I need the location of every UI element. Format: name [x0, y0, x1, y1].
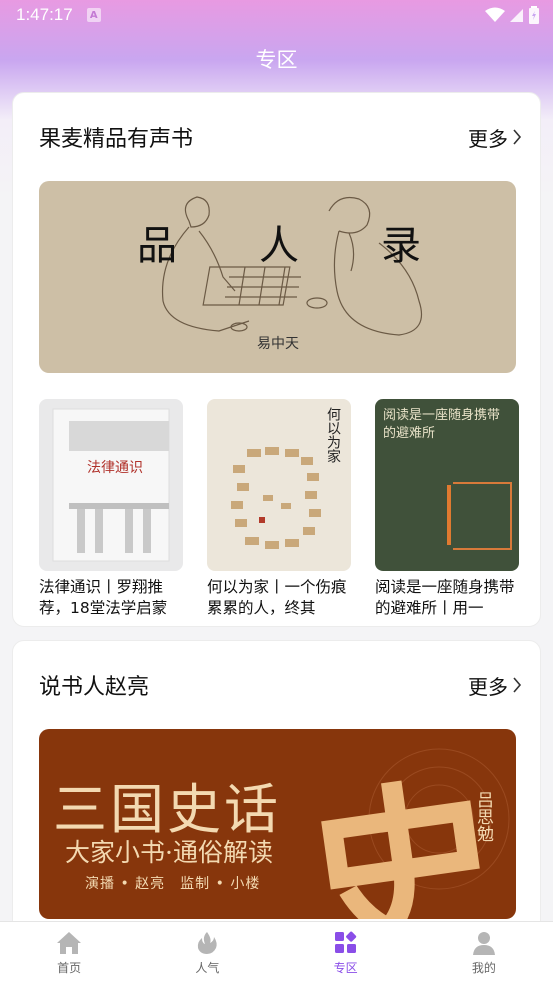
tab-label: 我的	[471, 961, 496, 975]
book-item[interactable]: 法律通识 法律通识丨罗翔推荐，18堂法学启蒙	[39, 399, 183, 619]
section-header: 果麦精品有声书 更多	[39, 121, 522, 153]
status-icons	[485, 6, 539, 24]
chevron-right-icon	[513, 677, 522, 693]
wifi-icon	[485, 7, 505, 22]
bottom-tab-bar: 首页 人气 专区 我的	[0, 921, 553, 984]
book-title: 何以为家丨一个伤痕累累的人，终其	[207, 578, 347, 617]
tab-popular[interactable]: 人气	[138, 922, 276, 984]
cover-title: 法律通识	[87, 460, 143, 476]
chevron-right-icon	[513, 129, 522, 145]
cover-art	[52, 408, 170, 562]
book-cover: 阅读是一座随身携带的避难所	[375, 399, 519, 571]
status-time: 1:47:17	[16, 5, 73, 24]
banner-pin-ren-lu[interactable]: 品 人 录 易中天	[39, 181, 516, 373]
more-label: 更多	[468, 126, 508, 151]
banner-title-char: 人	[259, 223, 299, 269]
battery-icon	[529, 6, 539, 24]
book-title: 法律通识丨罗翔推荐，18堂法学启蒙	[39, 578, 168, 617]
tab-zone[interactable]: 专区	[277, 922, 415, 984]
page-title: 专区	[255, 48, 298, 72]
tab-label: 专区	[333, 961, 358, 975]
section-card-narrator: 说书人赵亮 更多 史 三国史话 大家小书·通俗解读 演播 • 赵亮 监制 • 小…	[12, 640, 541, 940]
cover-title: 阅读是一座随身携带的避难所	[383, 408, 501, 441]
book-title: 阅读是一座随身携带的避难所丨用一	[375, 578, 515, 617]
banner-san-guo-shi-hua[interactable]: 史 三国史话 大家小书·通俗解读 演播 • 赵亮 监制 • 小楼 吕思勉	[39, 729, 516, 919]
banner-subtitle: 大家小书·通俗解读	[65, 838, 273, 867]
banner-title-char: 录	[381, 223, 421, 269]
section-title: 说书人赵亮	[39, 675, 150, 700]
grid-icon	[334, 931, 356, 953]
book-item[interactable]: 何以为家 何以为家丨一个伤痕累累的人，终其	[207, 399, 351, 619]
more-link[interactable]: 更多	[468, 123, 522, 152]
banner-title-char: 品	[137, 223, 177, 269]
more-link[interactable]: 更多	[468, 671, 522, 700]
tab-label: 人气	[195, 961, 220, 975]
notification-a-icon: A	[86, 8, 101, 22]
banner-author: 吕思勉	[473, 791, 493, 842]
status-bar: 1:47:17 A	[0, 0, 553, 30]
section-title: 果麦精品有声书	[39, 127, 194, 152]
banner-author: 易中天	[257, 336, 299, 352]
flame-icon	[198, 932, 218, 954]
home-icon	[57, 932, 82, 954]
signal-icon	[510, 9, 523, 22]
cover-title: 何以为家	[325, 407, 341, 463]
user-icon	[472, 932, 495, 955]
tab-label: 首页	[57, 961, 82, 975]
section-header: 说书人赵亮 更多	[39, 669, 522, 701]
tab-mine[interactable]: 我的	[415, 922, 553, 984]
more-label: 更多	[468, 674, 508, 699]
book-cover: 何以为家	[207, 399, 351, 571]
banner-credit: 演播 • 赵亮 监制 • 小楼	[85, 876, 261, 892]
section-card-audiobooks: 果麦精品有声书 更多 品 人 录 易中天 法律通识 法律通识丨罗翔推荐，18堂法…	[12, 92, 541, 627]
tab-home[interactable]: 首页	[0, 922, 138, 984]
book-list: 法律通识 法律通识丨罗翔推荐，18堂法学启蒙 何以为家 何以为家丨一个伤痕累累的…	[39, 399, 519, 619]
book-item[interactable]: 阅读是一座随身携带的避难所 阅读是一座随身携带的避难所丨用一	[375, 399, 519, 619]
book-cover: 法律通识	[39, 399, 183, 571]
